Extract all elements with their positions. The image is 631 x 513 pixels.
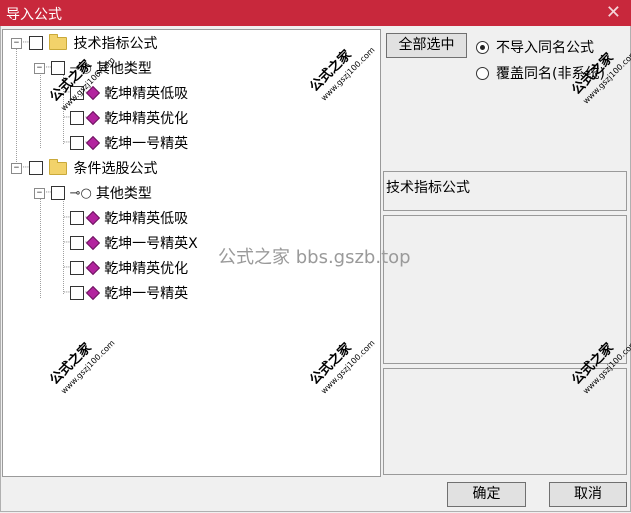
radio-label: 不导入同名公式	[496, 40, 594, 56]
collapse-icon[interactable]: −	[11, 162, 22, 174]
gem-icon	[86, 210, 101, 226]
tree-item-label: 乾坤一号精英	[104, 136, 189, 152]
cancel-button[interactable]: 取消	[549, 482, 627, 507]
window-title: 导入公式	[6, 7, 62, 23]
checkbox[interactable]	[70, 111, 85, 125]
tree-line	[16, 48, 17, 170]
tree-node-item[interactable]: ···· ·· 乾坤精英优化	[63, 107, 188, 129]
checkbox[interactable]	[70, 261, 85, 275]
gem-icon	[86, 110, 101, 126]
tree-node-group[interactable]: − ···· 条件选股公式	[11, 157, 157, 179]
checkbox[interactable]	[29, 161, 44, 175]
tree-subgroup-label: 其他类型	[95, 186, 152, 202]
checkbox[interactable]	[50, 61, 65, 75]
tree-node-item[interactable]: ···· ·· 乾坤一号精英X	[63, 232, 198, 254]
radio-skip-duplicates[interactable]: 不导入同名公式	[476, 37, 594, 57]
tree-item-label: 乾坤精英低吸	[104, 211, 189, 227]
checkbox[interactable]	[70, 286, 85, 300]
collapse-icon[interactable]: −	[34, 187, 45, 199]
tree-node-group[interactable]: − ···· 技术指标公式	[11, 32, 157, 54]
radio-icon[interactable]	[476, 66, 489, 80]
tree-node-subgroup[interactable]: − ··· ⊸○ 其他类型	[34, 182, 152, 204]
collapse-icon[interactable]: −	[34, 62, 45, 74]
tree-line	[40, 72, 41, 148]
tree-node-item[interactable]: ···· ·· 乾坤精英低吸	[63, 207, 188, 229]
radio-icon[interactable]	[476, 40, 489, 54]
gem-icon	[86, 285, 101, 301]
tree-node-item[interactable]: ···· ·· 乾坤精英优化	[63, 257, 188, 279]
close-icon[interactable]: ✕	[606, 2, 621, 23]
tree-item-label: 乾坤一号精英X	[104, 236, 198, 252]
info-text: 技术指标公式	[386, 180, 470, 196]
tree-item-label: 乾坤精英优化	[104, 111, 189, 127]
tree-line	[40, 198, 41, 298]
key-icon: ⊸○	[69, 185, 92, 201]
info-panel: 技术指标公式	[383, 171, 627, 211]
tree-item-label: 乾坤一号精英	[104, 286, 189, 302]
tree-group-label: 技术指标公式	[73, 36, 158, 52]
collapse-icon[interactable]: −	[11, 37, 22, 49]
select-all-button[interactable]: 全部选中	[386, 33, 467, 58]
gem-icon	[86, 235, 101, 251]
ok-button[interactable]: 确定	[447, 482, 526, 507]
gem-icon	[86, 260, 101, 276]
folder-icon	[49, 33, 68, 50]
center-watermark: 公式之家 bbs.gszb.top	[218, 247, 411, 268]
checkbox[interactable]	[50, 186, 65, 200]
tree-node-item[interactable]: ···· ·· 乾坤一号精英	[63, 282, 188, 304]
checkbox[interactable]	[29, 36, 44, 50]
description-panel	[383, 215, 627, 364]
title-bar: 导入公式 ✕	[0, 0, 631, 26]
tree-item-label: 乾坤精英优化	[104, 261, 189, 277]
checkbox[interactable]	[70, 136, 85, 150]
checkbox[interactable]	[70, 211, 85, 225]
gem-icon	[86, 135, 101, 151]
tree-node-item[interactable]: ···· ·· 乾坤一号精英	[63, 132, 188, 154]
checkbox[interactable]	[70, 236, 85, 250]
tree-item-label: 乾坤精英低吸	[104, 86, 189, 102]
folder-icon	[49, 158, 68, 175]
tree-group-label: 条件选股公式	[73, 161, 158, 177]
